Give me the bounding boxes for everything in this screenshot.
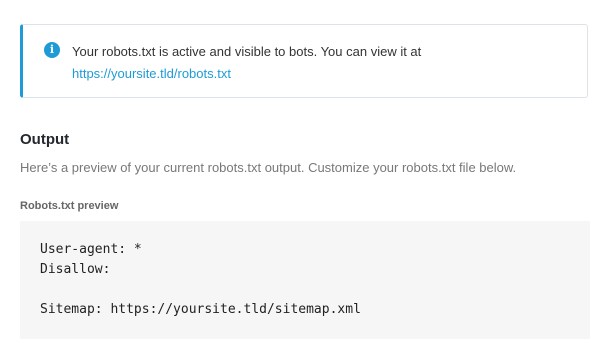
robots-settings-panel: i Your robots.txt is active and visible … bbox=[0, 0, 610, 360]
preview-line: Disallow: bbox=[40, 262, 111, 277]
section-title: Output bbox=[20, 131, 70, 148]
robots-preview-box: User-agent: * Disallow: Sitemap: https:/… bbox=[20, 221, 590, 339]
info-icon: i bbox=[44, 42, 60, 58]
section-description: Here’s a preview of your current robots.… bbox=[20, 160, 517, 175]
robots-txt-link[interactable]: https://yoursite.tld/robots.txt bbox=[72, 63, 421, 85]
notice-text: Your robots.txt is active and visible to… bbox=[72, 41, 421, 85]
info-notice: i Your robots.txt is active and visible … bbox=[20, 24, 588, 98]
preview-line: User-agent: * bbox=[40, 242, 142, 257]
preview-line: Sitemap: https://yoursite.tld/sitemap.xm… bbox=[40, 302, 361, 317]
notice-message: Your robots.txt is active and visible to… bbox=[72, 44, 422, 59]
preview-line bbox=[40, 280, 570, 300]
preview-label: Robots.txt preview bbox=[20, 200, 119, 212]
